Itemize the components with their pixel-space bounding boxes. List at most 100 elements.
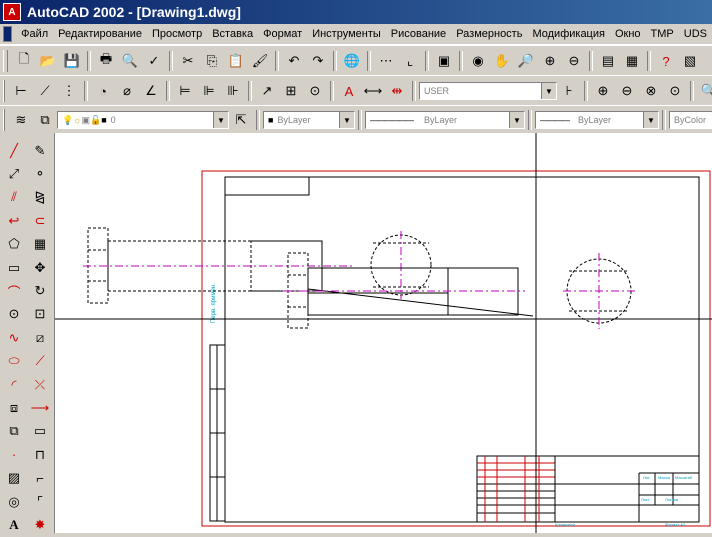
- fillet-icon[interactable]: ⌜: [28, 490, 52, 513]
- arc-icon[interactable]: ⌒: [2, 279, 26, 302]
- menu-file[interactable]: Файл: [16, 28, 53, 40]
- aligned-dimension-icon[interactable]: ⟋: [34, 80, 56, 102]
- menu-edit[interactable]: Редактирование: [53, 28, 147, 40]
- make-block-icon[interactable]: ⧉: [2, 420, 26, 443]
- cut-icon[interactable]: ✂: [177, 50, 199, 72]
- rectangle-icon[interactable]: ▭: [2, 256, 26, 279]
- redo-icon[interactable]: ↷: [307, 50, 329, 72]
- rotate-icon[interactable]: ↻: [28, 279, 52, 302]
- polyline-icon[interactable]: ↩: [2, 209, 26, 232]
- layer-select[interactable]: 💡 ☼ ▣ 🔓 ■ 0 ▼: [57, 111, 229, 129]
- help-icon[interactable]: ?: [655, 50, 677, 72]
- copy-object-icon[interactable]: ⚬: [28, 162, 52, 185]
- zoom-in-icon[interactable]: 🔍: [698, 80, 712, 102]
- paste-icon[interactable]: 📋: [225, 50, 247, 72]
- lengthen-icon[interactable]: ⟋: [28, 350, 52, 373]
- multiline-text-icon[interactable]: A: [2, 513, 26, 536]
- copy-icon[interactable]: ⎘: [201, 50, 223, 72]
- menu-format[interactable]: Формат: [258, 28, 307, 40]
- extend-icon[interactable]: ⟶: [28, 396, 52, 419]
- center-mark-icon[interactable]: ⊙: [304, 80, 326, 102]
- menu-view[interactable]: Просмотр: [147, 28, 207, 40]
- layer-previous-icon[interactable]: ⇱: [230, 109, 252, 131]
- dimension-edit-icon[interactable]: A: [338, 80, 360, 102]
- spline-icon[interactable]: ∿: [2, 326, 26, 349]
- make-object-layer-current-icon[interactable]: ⧉: [34, 109, 56, 131]
- multiline-icon[interactable]: ⫽: [2, 186, 26, 209]
- scale-icon[interactable]: ⊡: [28, 303, 52, 326]
- snap-tracking-icon[interactable]: ⋯: [375, 50, 397, 72]
- menu-insert[interactable]: Вставка: [207, 28, 258, 40]
- web-icon[interactable]: 🌐: [341, 50, 363, 72]
- zoom-realtime-icon[interactable]: 🔎: [515, 50, 537, 72]
- zoom-scale-icon[interactable]: ⊗: [640, 80, 662, 102]
- ellipse-arc-icon[interactable]: ◜: [2, 373, 26, 396]
- line-icon[interactable]: ╱: [2, 139, 26, 162]
- region-icon[interactable]: ◎: [2, 490, 26, 513]
- dimension-update-icon[interactable]: ⇹: [386, 80, 408, 102]
- circle-icon[interactable]: ⊙: [2, 303, 26, 326]
- zoom-center-icon[interactable]: ⊙: [664, 80, 686, 102]
- print-preview-icon[interactable]: 🔍: [119, 50, 141, 72]
- continue-dimension-icon[interactable]: ⊪: [222, 80, 244, 102]
- angular-dimension-icon[interactable]: ∠: [140, 80, 162, 102]
- ordinate-dimension-icon[interactable]: ⋮: [58, 80, 80, 102]
- layer-manager-icon[interactable]: ≋: [10, 109, 32, 131]
- move-icon[interactable]: ✥: [28, 256, 52, 279]
- point-icon[interactable]: ·: [2, 443, 26, 466]
- offset-icon[interactable]: ⊂: [28, 209, 52, 232]
- toolbar-grip[interactable]: [3, 50, 8, 72]
- menu-modify[interactable]: Модификация: [527, 28, 610, 40]
- document-system-menu-icon[interactable]: [3, 26, 13, 42]
- insert-block-icon[interactable]: ⧈: [2, 396, 26, 419]
- trim-icon[interactable]: ⤫: [28, 373, 52, 396]
- new-file-icon[interactable]: 🗋: [13, 50, 35, 72]
- color-select[interactable]: ■ ByLayer ▼: [263, 111, 355, 129]
- chamfer-icon[interactable]: ⌐: [28, 466, 52, 489]
- array-icon[interactable]: ▦: [28, 233, 52, 256]
- leader-icon[interactable]: ↗: [256, 80, 278, 102]
- menu-uds[interactable]: UDS: [679, 28, 712, 40]
- 3d-orbit-icon[interactable]: ◉: [467, 50, 489, 72]
- dimension-style-select[interactable]: USER ▼: [419, 82, 557, 100]
- ellipse-icon[interactable]: ⬭: [2, 350, 26, 373]
- hatch-icon[interactable]: ▨: [2, 466, 26, 489]
- spell-check-icon[interactable]: ✓: [143, 50, 165, 72]
- stretch-icon[interactable]: ⧄: [28, 326, 52, 349]
- zoom-window-icon[interactable]: ⊕: [592, 80, 614, 102]
- menu-window[interactable]: Окно: [610, 28, 646, 40]
- quick-dimension-icon[interactable]: ⊨: [174, 80, 196, 102]
- linetype-select[interactable]: —————— ByLayer ▼: [365, 111, 525, 129]
- radius-dimension-icon[interactable]: ◔: [92, 80, 114, 102]
- diameter-dimension-icon[interactable]: ⌀: [116, 80, 138, 102]
- undo-icon[interactable]: ↶: [283, 50, 305, 72]
- dimension-style-icon[interactable]: ⊦: [558, 80, 580, 102]
- chevron-down-icon[interactable]: ▼: [541, 83, 556, 99]
- construction-line-icon[interactable]: ⤢: [2, 162, 26, 185]
- print-icon[interactable]: 🖶: [95, 50, 117, 72]
- chevron-down-icon[interactable]: ▼: [509, 112, 524, 128]
- zoom-dynamic-icon[interactable]: ⊖: [616, 80, 638, 102]
- erase-icon[interactable]: ✎: [28, 139, 52, 162]
- lineweight-select[interactable]: ———— ByLayer ▼: [535, 111, 659, 129]
- drawing-canvas[interactable]: Перв. примен. Лит. Масса Масштаб Лист Ли…: [55, 133, 712, 533]
- toolbar-grip[interactable]: [3, 109, 5, 131]
- menu-draw[interactable]: Рисование: [386, 28, 451, 40]
- save-icon[interactable]: 💾: [61, 50, 83, 72]
- match-properties-icon[interactable]: 🖌: [249, 50, 271, 72]
- break-at-point-icon[interactable]: ⊓: [28, 443, 52, 466]
- open-file-icon[interactable]: 📂: [37, 50, 59, 72]
- chevron-down-icon[interactable]: ▼: [339, 112, 354, 128]
- design-center-icon[interactable]: ▦: [621, 50, 643, 72]
- zoom-previous-icon[interactable]: ⊖: [563, 50, 585, 72]
- zoom-window-icon[interactable]: ⊕: [539, 50, 561, 72]
- mirror-icon[interactable]: ⧎: [28, 186, 52, 209]
- tolerance-icon[interactable]: ⊞: [280, 80, 302, 102]
- ucs-icon[interactable]: ⌞: [399, 50, 421, 72]
- baseline-dimension-icon[interactable]: ⊫: [198, 80, 220, 102]
- autocad-app-icon[interactable]: A: [3, 3, 21, 21]
- menu-dimension[interactable]: Размерность: [451, 28, 527, 40]
- named-views-icon[interactable]: ▣: [433, 50, 455, 72]
- polygon-icon[interactable]: ⬠: [2, 233, 26, 256]
- menu-tools[interactable]: Инструменты: [307, 28, 386, 40]
